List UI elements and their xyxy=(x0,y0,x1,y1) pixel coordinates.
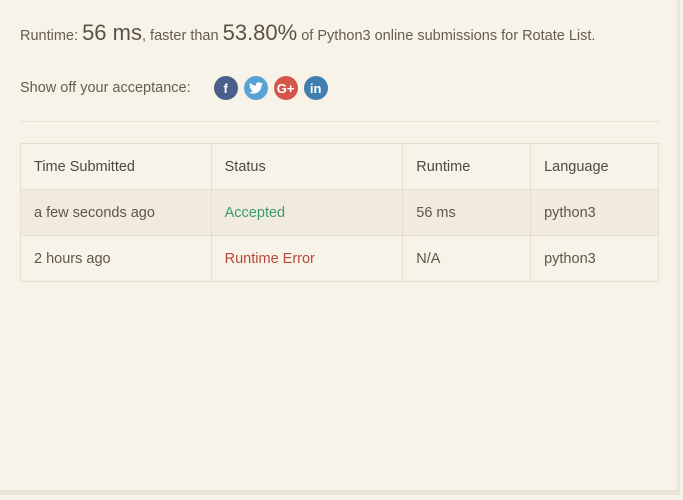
status-link-accepted[interactable]: Accepted xyxy=(225,205,285,221)
runtime-percentile: 53.80% xyxy=(222,20,298,45)
time-submitted-cell: a few seconds ago xyxy=(20,189,212,236)
language-cell: python3 xyxy=(530,189,659,236)
faster-than-label: , faster than xyxy=(141,28,223,44)
share-icons: f G+ in xyxy=(213,76,334,100)
status-cell: Runtime Error xyxy=(210,235,404,282)
google-plus-icon[interactable]: G+ xyxy=(273,76,298,100)
runtime-cell: 56 ms xyxy=(402,189,532,236)
share-label: Show off your acceptance: xyxy=(20,80,191,96)
facebook-icon[interactable]: f xyxy=(213,76,238,100)
runtime-label: Runtime: xyxy=(20,28,83,44)
submission-result-panel: Runtime: 56 ms, faster than 53.80% of Py… xyxy=(0,0,680,495)
table-row: 2 hours ago Runtime Error N/A python3 xyxy=(20,235,659,282)
runtime-summary: Runtime: 56 ms, faster than 53.80% of Py… xyxy=(20,20,595,46)
submissions-table: Time Submitted Status Runtime Language a… xyxy=(20,143,659,282)
language-cell: python3 xyxy=(530,235,659,282)
runtime-cell: N/A xyxy=(402,235,532,282)
twitter-icon[interactable] xyxy=(243,76,268,100)
share-row: Show off your acceptance: f G+ in xyxy=(20,76,334,100)
status-cell: Accepted xyxy=(210,189,404,236)
time-submitted-cell: 2 hours ago xyxy=(20,235,212,282)
header-runtime[interactable]: Runtime xyxy=(402,143,532,190)
header-time-submitted[interactable]: Time Submitted xyxy=(20,143,212,190)
table-row: a few seconds ago Accepted 56 ms python3 xyxy=(20,189,659,236)
summary-trailing-text: of Python3 online submissions for Rotate… xyxy=(297,28,596,44)
linkedin-icon[interactable]: in xyxy=(303,76,328,100)
header-language[interactable]: Language xyxy=(530,143,659,190)
twitter-bird-glyph xyxy=(248,82,263,94)
section-divider xyxy=(20,121,659,122)
header-status[interactable]: Status xyxy=(210,143,404,190)
runtime-value: 56 ms xyxy=(82,20,142,45)
table-header-row: Time Submitted Status Runtime Language xyxy=(20,143,659,190)
status-link-runtime-error[interactable]: Runtime Error xyxy=(225,251,315,267)
